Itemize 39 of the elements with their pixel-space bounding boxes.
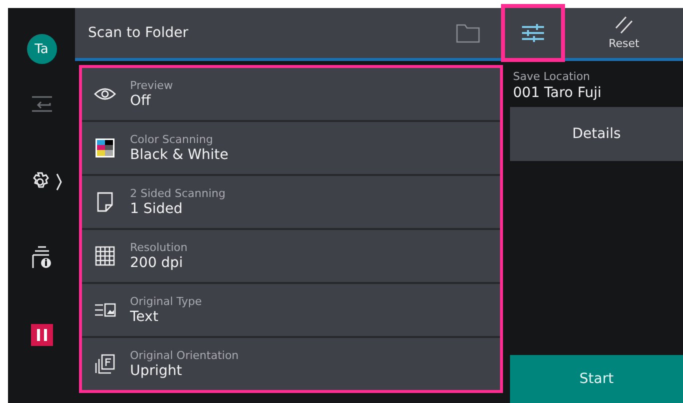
pause-icon <box>36 328 48 342</box>
setting-label: Original Type <box>130 295 202 308</box>
page-icon <box>97 192 113 212</box>
setting-value: Off <box>130 93 152 109</box>
start-button[interactable]: Start <box>510 355 683 403</box>
reset-button[interactable]: Reset <box>565 8 683 58</box>
setting-value: Black & White <box>130 147 228 163</box>
screen-title: Scan to Folder <box>87 25 190 41</box>
transfer-icon <box>30 94 54 114</box>
setting-label: 2 Sided Scanning <box>130 187 226 200</box>
folder-icon <box>456 23 480 43</box>
setting-item[interactable]: Preview Off <box>82 68 500 120</box>
setting-item[interactable]: 2 Sided Scanning 1 Sided <box>82 176 500 228</box>
setting-value: 200 dpi <box>130 255 184 271</box>
user-avatar[interactable]: Ta <box>26 34 56 64</box>
setting-label: Color Scanning <box>130 133 214 146</box>
setting-label: Resolution <box>130 241 188 254</box>
settings-tab[interactable] <box>501 4 565 62</box>
setting-item[interactable]: Color Scanning Black & White <box>82 122 500 174</box>
eye-icon <box>94 87 116 101</box>
setting-value: Text <box>130 309 160 325</box>
setting-item[interactable]: Original Orientation Upright <box>82 338 500 390</box>
setting-item[interactable]: Original Type Text <box>82 284 500 336</box>
setting-label: Preview <box>130 79 173 92</box>
page-orientation-icon <box>95 354 115 374</box>
reset-icon <box>614 16 634 34</box>
setting-item[interactable]: Resolution 200 dpi <box>82 230 500 282</box>
setting-value: 1 Sided <box>130 201 184 217</box>
color-swatch-icon <box>95 138 115 158</box>
save-location-value: 001 Taro Fuji <box>512 85 602 101</box>
save-location-label: Save Location <box>512 70 592 83</box>
sliders-icon <box>521 23 545 43</box>
details-button[interactable]: Details <box>510 107 683 161</box>
printer-info-icon <box>30 244 54 270</box>
setting-label: Original Orientation <box>130 349 239 362</box>
pause-button[interactable] <box>30 324 52 346</box>
grid-icon <box>95 246 115 266</box>
setting-value: Upright <box>130 363 184 379</box>
text-image-icon <box>94 303 116 317</box>
